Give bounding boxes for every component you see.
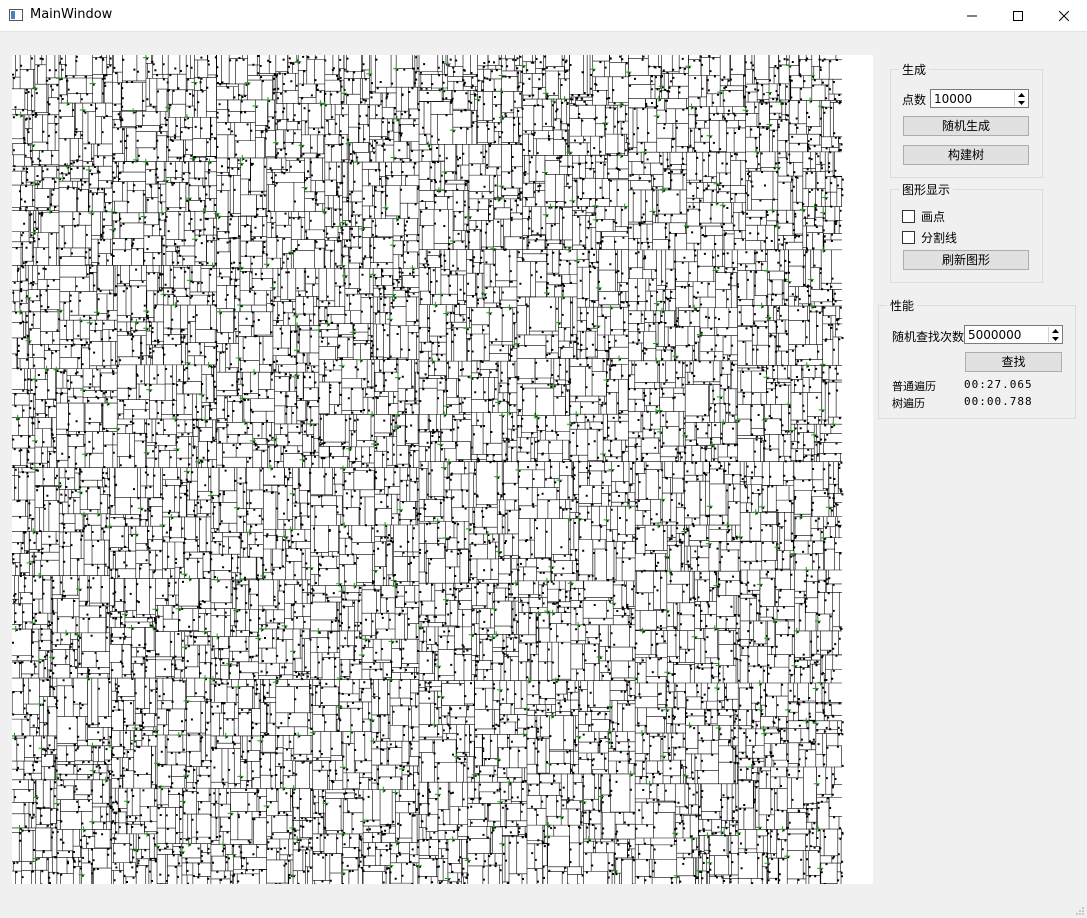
spin-up-icon[interactable]: [1015, 91, 1027, 98]
linear-traverse-label: 普通遍历: [892, 380, 936, 393]
menu-bar: [0, 31, 1087, 41]
title-bar: MainWindow: [0, 0, 1087, 32]
search-count-input[interactable]: [965, 326, 1046, 343]
draw-points-checkbox[interactable]: 画点: [902, 208, 945, 225]
split-lines-label: 分割线: [921, 231, 958, 245]
performance-group: 性能 随机查找次数 查找 普通遍历 00:27.065 树遍历 00:00.78…: [878, 297, 1076, 419]
search-button[interactable]: 查找: [965, 352, 1062, 372]
refresh-graphics-button[interactable]: 刷新图形: [903, 250, 1029, 270]
generate-group-title: 生成: [899, 61, 930, 78]
search-count-label: 随机查找次数: [892, 330, 965, 344]
display-group: 图形显示 画点 分割线 刷新图形: [890, 181, 1043, 283]
draw-points-label: 画点: [921, 210, 946, 224]
minimize-icon: [967, 15, 977, 16]
performance-group-title: 性能: [887, 297, 918, 314]
search-count-spinbox[interactable]: [964, 325, 1063, 344]
build-tree-button[interactable]: 构建树: [903, 145, 1029, 165]
point-count-label: 点数: [902, 93, 927, 107]
spin-down-icon[interactable]: [1015, 99, 1027, 106]
maximize-icon: [1013, 10, 1023, 21]
kd-tree-drawing: [12, 55, 844, 884]
split-lines-box[interactable]: [902, 231, 915, 244]
display-group-title: 图形显示: [899, 181, 954, 198]
split-lines-checkbox[interactable]: 分割线: [902, 229, 957, 246]
linear-traverse-time: 00:27.065: [964, 378, 1033, 391]
close-icon: [1059, 10, 1069, 21]
kd-tree-canvas[interactable]: [12, 55, 873, 884]
random-generate-button[interactable]: 随机生成: [903, 116, 1029, 136]
close-button[interactable]: [1041, 0, 1087, 31]
app-icon: [9, 9, 23, 21]
spin-down-icon[interactable]: [1049, 335, 1061, 342]
spin-up-icon[interactable]: [1049, 327, 1061, 334]
tree-traverse-time: 00:00.788: [964, 395, 1033, 408]
tree-traverse-label: 树遍历: [892, 397, 925, 410]
resize-grip-icon[interactable]: [1075, 906, 1085, 916]
spin-arrows: [1048, 327, 1061, 342]
generate-group: 生成 点数 随机生成 构建树: [890, 61, 1043, 178]
point-count-spinbox[interactable]: [930, 89, 1029, 108]
window-title: MainWindow: [30, 7, 113, 22]
point-count-input[interactable]: [931, 90, 1012, 107]
minimize-button[interactable]: [949, 0, 995, 31]
maximize-button[interactable]: [995, 0, 1041, 31]
draw-points-box[interactable]: [902, 210, 915, 223]
spin-arrows: [1014, 91, 1027, 106]
